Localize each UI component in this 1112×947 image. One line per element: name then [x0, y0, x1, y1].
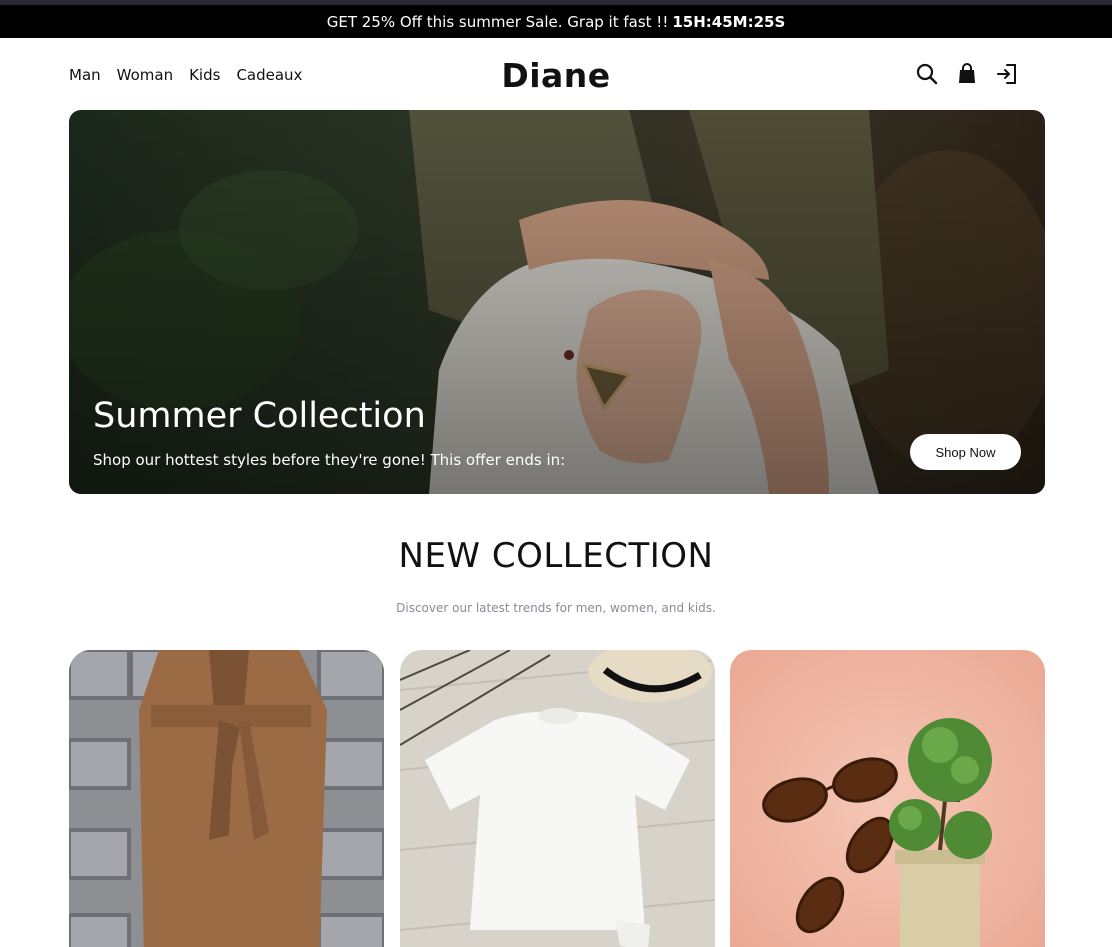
shopping-bag-icon[interactable] [956, 62, 978, 86]
product-card-coat[interactable] [69, 650, 384, 947]
tshirt-image [400, 650, 715, 947]
hero-subtitle: Shop our hottest styles before they're g… [93, 451, 566, 469]
hero-image [69, 110, 1045, 494]
login-icon[interactable] [996, 62, 1018, 86]
sunglasses-image [730, 650, 1045, 947]
product-card-tshirt[interactable] [400, 650, 715, 947]
product-card-sunglasses[interactable] [730, 650, 1045, 947]
promo-text: GET 25% Off this summer Sale. Grap it fa… [326, 12, 669, 31]
header-actions [916, 62, 1018, 86]
promo-banner: GET 25% Off this summer Sale. Grap it fa… [0, 5, 1112, 38]
promo-countdown: 15H:45M:25S [672, 12, 786, 31]
shop-now-button[interactable]: Shop Now [910, 434, 1021, 470]
section-subtitle: Discover our latest trends for men, wome… [396, 601, 716, 615]
section-title: NEW COLLECTION [398, 536, 714, 576]
hero-banner: Summer Collection Shop our hottest style… [69, 110, 1045, 494]
search-icon[interactable] [916, 62, 938, 86]
hero-title: Summer Collection [93, 396, 426, 436]
coat-image [69, 650, 384, 947]
